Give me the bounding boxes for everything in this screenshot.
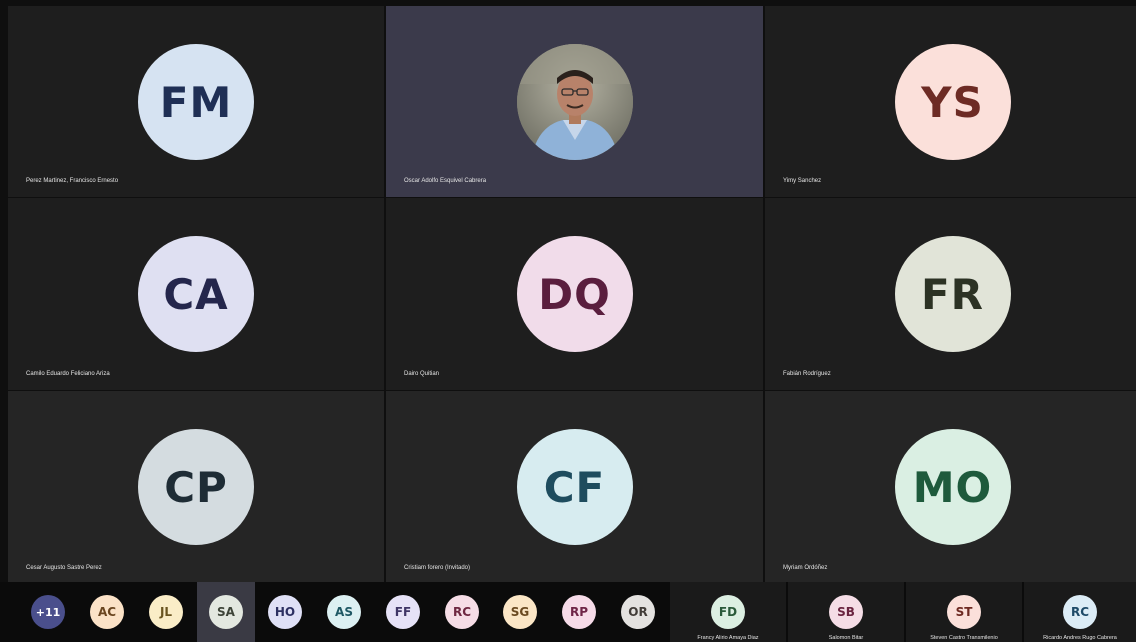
participant-video-thumbnail: [516, 44, 633, 160]
participant-name: Francy Alirio Amaya Diaz: [697, 635, 759, 641]
participant-name: Yimy Sanchez: [783, 178, 822, 184]
strip-participant-tile[interactable]: RC Ricardo Andres Rugo Cabrera: [1024, 582, 1136, 642]
avatar: DQ: [516, 236, 633, 352]
avatar: CA: [138, 236, 254, 352]
participant-tile[interactable]: FR Fabián Rodríguez: [765, 198, 1136, 390]
participant-name: Cristiam forero (Invitado): [404, 565, 471, 571]
more-participants-button[interactable]: +11: [31, 595, 65, 629]
participant-name: Fabián Rodríguez: [783, 371, 831, 377]
avatar[interactable]: JL: [149, 595, 183, 629]
participant-name: Oscar Adolfo Esquivel Cabrera: [404, 178, 487, 184]
strip-participant-tile[interactable]: SB Salomon Bitar: [788, 582, 904, 642]
participant-name: Camilo Eduardo Feliciano Ariza: [26, 371, 110, 377]
avatar[interactable]: RC: [445, 595, 479, 629]
avatar[interactable]: SA: [209, 595, 243, 629]
participant-tile[interactable]: CP Cesar Augusto Sastre Perez: [8, 391, 384, 584]
participant-tile-active-video[interactable]: Oscar Adolfo Esquivel Cabrera: [386, 6, 763, 197]
video-grid: FM Perez Martinez, Francisco Ernesto Osc…: [8, 6, 1136, 584]
avatar: MO: [894, 429, 1011, 545]
avatar[interactable]: OR: [621, 595, 655, 629]
participant-tile[interactable]: YS Yimy Sanchez: [765, 6, 1136, 197]
participant-name: Salomon Bitar: [828, 635, 864, 641]
participant-tile[interactable]: CA Camilo Eduardo Feliciano Ariza: [8, 198, 384, 390]
avatar[interactable]: RP: [562, 595, 596, 629]
participant-name: Ricardo Andres Rugo Cabrera: [1043, 635, 1117, 641]
participant-tile[interactable]: FM Perez Martinez, Francisco Ernesto: [8, 6, 384, 197]
participant-name: Steven Castro Transmilenio: [930, 635, 998, 641]
participant-name: Dairo Quitian: [404, 371, 440, 377]
avatar: FR: [894, 236, 1011, 352]
avatar[interactable]: SG: [503, 595, 537, 629]
avatar: RC: [1063, 595, 1097, 629]
avatar: FD: [711, 595, 745, 629]
avatar: CF: [516, 429, 633, 545]
avatar: CP: [138, 429, 254, 545]
person-video-image: [516, 44, 633, 160]
participant-name: Perez Martinez, Francisco Ernesto: [26, 178, 119, 184]
avatar: YS: [894, 44, 1011, 160]
participant-tile[interactable]: DQ Dairo Quitian: [386, 198, 763, 390]
participant-tile[interactable]: CF Cristiam forero (Invitado): [386, 391, 763, 584]
strip-participant-tile[interactable]: FD Francy Alirio Amaya Diaz: [670, 582, 786, 642]
avatar[interactable]: AS: [327, 595, 361, 629]
participant-name: Myriam Ordóñez: [783, 565, 828, 571]
participant-strip: +11 AC JL SA HO AS FF RC SG RP OR FD Fra…: [0, 582, 1136, 642]
strip-participant-tile[interactable]: ST Steven Castro Transmilenio: [906, 582, 1022, 642]
participant-name: Cesar Augusto Sastre Perez: [26, 565, 102, 571]
avatar[interactable]: FF: [386, 595, 420, 629]
meeting-stage: FM Perez Martinez, Francisco Ernesto Osc…: [0, 0, 1136, 642]
avatar[interactable]: HO: [268, 595, 302, 629]
avatar: SB: [829, 595, 863, 629]
avatar[interactable]: AC: [90, 595, 124, 629]
avatar: FM: [138, 44, 254, 160]
participant-tile[interactable]: MO Myriam Ordóñez: [765, 391, 1136, 584]
avatar: ST: [947, 595, 981, 629]
